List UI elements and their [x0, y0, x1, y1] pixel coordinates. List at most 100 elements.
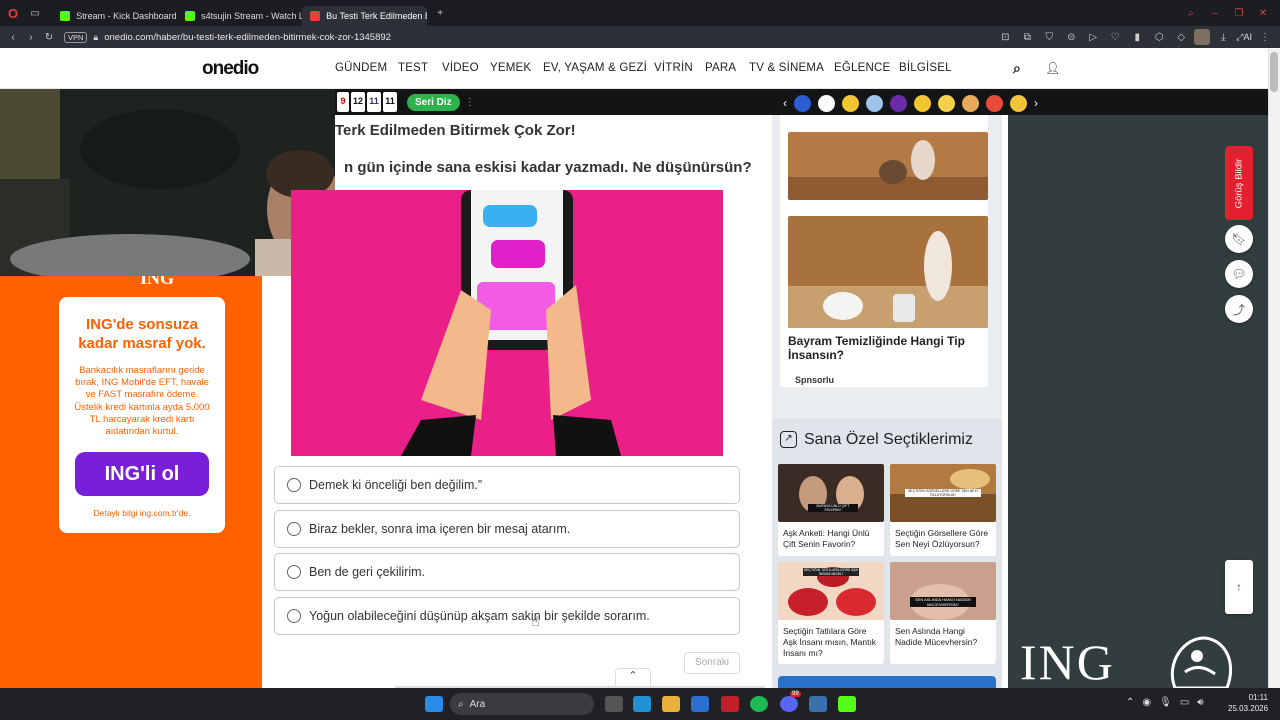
chevron-right-icon[interactable]: ›	[1034, 96, 1038, 110]
story-icon[interactable]	[962, 94, 979, 112]
story-icon[interactable]	[914, 94, 931, 112]
story-icon[interactable]	[1010, 94, 1027, 112]
share-icon[interactable]: ⤴	[1225, 295, 1253, 323]
profile-avatar[interactable]	[1194, 29, 1211, 45]
game-number[interactable]: 11	[367, 92, 381, 112]
wallet-icon[interactable]: ◇	[1172, 32, 1190, 43]
maximize-icon[interactable]: ❐	[1230, 8, 1248, 19]
nav-para[interactable]: PARA	[705, 62, 736, 74]
tab-kick-stream[interactable]: s4tsujin Stream - Watch L	[177, 6, 302, 26]
kick-app-icon[interactable]	[838, 696, 856, 712]
comments-icon[interactable]: 💬︎	[1225, 260, 1253, 288]
pick-card[interactable]: SEÇTİĞİN TATLILARA GÖRE AŞK İNSANI MISIN…	[778, 562, 884, 664]
sponsored-card[interactable]: Bayram Temizliğinde Hangi Tip İnsansın? …	[780, 115, 988, 387]
url-field[interactable]: onedio.com/haber/bu-testi-terk-edilmeden…	[104, 32, 391, 43]
close-window-icon[interactable]: ✕	[1254, 8, 1272, 19]
chevron-up-icon[interactable]: ⌃	[615, 668, 651, 686]
drag-handle-icon[interactable]: ⋮	[465, 97, 475, 108]
story-icon[interactable]	[938, 94, 955, 112]
network-app-icon[interactable]: ◉	[1142, 697, 1151, 708]
feedback-button[interactable]: Görüş Bildir	[1225, 146, 1253, 220]
forward-icon[interactable]: ›	[22, 32, 40, 43]
workspaces-icon[interactable]: ▭	[26, 8, 44, 19]
edge-icon[interactable]	[633, 696, 651, 712]
taskbar-clock[interactable]: 01:11 25.03.2026	[1228, 692, 1268, 714]
pick-card[interactable]: SEN ASLINDA HANGİ NADİDE MÜCEVHERSİN? Se…	[890, 562, 996, 664]
story-icon[interactable]	[818, 94, 835, 112]
play-icon[interactable]: ▷	[1084, 32, 1102, 43]
scroll-to-top-button[interactable]: ↑	[1225, 560, 1253, 614]
radio-button[interactable]	[287, 609, 301, 623]
picks-more-button[interactable]	[778, 676, 996, 688]
reload-icon[interactable]: ↻	[40, 32, 58, 43]
download-page-icon[interactable]: ⊝	[1062, 32, 1080, 43]
ing-ad-card[interactable]: ING'de sonsuza kadar masraf yok. Bankacı…	[59, 297, 225, 533]
opera-menu-icon[interactable]: O	[8, 6, 18, 21]
heart-icon[interactable]: ♡	[1106, 32, 1124, 43]
nav-eglence[interactable]: EĞLENCE	[834, 62, 890, 74]
story-icon[interactable]	[794, 94, 811, 112]
bookmark-icon[interactable]: ⊡	[996, 32, 1014, 43]
mic-icon[interactable]: 🎙︎	[1159, 697, 1172, 708]
display-icon[interactable]: ▭	[1180, 697, 1189, 708]
next-button[interactable]: Sonraki	[684, 652, 740, 674]
game-number[interactable]: 9	[337, 92, 349, 112]
site-logo[interactable]: onedio	[202, 58, 259, 80]
story-icon[interactable]	[986, 94, 1003, 112]
vpn-badge[interactable]: VPN	[64, 31, 88, 43]
radio-button[interactable]	[287, 522, 301, 536]
scrollbar-thumb[interactable]	[1270, 52, 1278, 92]
answer-option-3[interactable]: Ben de geri çekilirim.	[274, 553, 740, 591]
downloads-icon[interactable]: ⤓	[1214, 32, 1232, 43]
ai-button[interactable]: ⤢AI	[1236, 32, 1252, 43]
snapshot-icon[interactable]: ⧉	[1018, 32, 1036, 43]
nav-video[interactable]: VİDEO	[442, 62, 479, 74]
spotify-icon[interactable]	[750, 696, 768, 712]
start-icon[interactable]	[425, 696, 443, 712]
app-icon[interactable]	[809, 696, 827, 712]
seri-diz-button[interactable]: Seri Diz	[407, 93, 460, 111]
answer-option-2[interactable]: Biraz bekler, sonra ima içeren bir mesaj…	[274, 510, 740, 548]
extensions-icon[interactable]: ⬡	[1150, 32, 1168, 43]
answer-option-1[interactable]: Demek ki önceliği ben değilim.”	[274, 466, 740, 504]
file-explorer-icon[interactable]	[662, 696, 680, 712]
story-icon[interactable]	[890, 94, 907, 112]
tab-kick-dashboard[interactable]: Stream - Kick Dashboard	[52, 6, 177, 26]
nav-bilgisel[interactable]: BİLGİSEL	[899, 62, 952, 74]
menu-icon[interactable]: ⋮	[1256, 32, 1274, 43]
nav-vitrin[interactable]: VİTRİN	[654, 62, 693, 74]
story-icon[interactable]	[842, 94, 859, 112]
chevron-left-icon[interactable]: ‹	[783, 96, 787, 110]
search-tabs-icon[interactable]: ⌕	[1182, 8, 1200, 19]
nav-gundem[interactable]: GÜNDEM	[335, 62, 387, 74]
game-number[interactable]: 11	[383, 92, 397, 112]
answer-option-4[interactable]: Yoğun olabileceğini düşünüp akşam sakin …	[274, 597, 740, 635]
radio-button[interactable]	[287, 565, 301, 579]
opera-icon[interactable]	[721, 696, 739, 712]
volume-icon[interactable]: 🔊︎	[1197, 697, 1203, 708]
new-tab-icon[interactable]: +	[431, 8, 449, 19]
game-widget[interactable]: 9 12 11 11 Seri Diz ⋮	[335, 90, 475, 114]
nav-yemek[interactable]: YEMEK	[490, 62, 531, 74]
taskbar-search[interactable]: ⌕ Ara	[450, 693, 594, 715]
game-number[interactable]: 12	[351, 92, 365, 112]
sponsored-title[interactable]: Bayram Temizliğinde Hangi Tip İnsansın?	[788, 334, 978, 362]
page-scrollbar[interactable]	[1268, 49, 1280, 688]
ing-cta-button[interactable]: ING'li ol	[75, 452, 209, 497]
back-icon[interactable]: ‹	[4, 32, 22, 43]
bookmark-save-icon[interactable]: 🔖︎	[1225, 225, 1253, 253]
search-icon[interactable]: ⌕	[1013, 60, 1021, 77]
story-icon[interactable]	[866, 94, 883, 112]
stats-icon[interactable]: ▮	[1128, 32, 1146, 43]
tab-onedio[interactable]: Bu Testi Terk Edilmeden Bi	[302, 6, 428, 26]
store-icon[interactable]	[691, 696, 709, 712]
pick-card[interactable]: BURAYA ÜNLÜ ÇİFT FAVORİN? Aşk Anketi: Ha…	[778, 464, 884, 556]
pick-card[interactable]: SEÇTİĞİN GÖRSELLERE GÖRE SEN NEYİ ÖZLÜYO…	[890, 464, 996, 556]
nav-ev-yasam[interactable]: EV, YAŞAM & GEZİ	[543, 62, 647, 74]
tray-chevron-icon[interactable]: ⌃	[1126, 697, 1134, 708]
user-icon[interactable]: 👤︎	[1045, 61, 1060, 75]
shield-icon[interactable]: ⛉	[1040, 32, 1058, 43]
task-view-icon[interactable]	[605, 696, 623, 712]
nav-tv-sinema[interactable]: TV & SİNEMA	[749, 62, 824, 74]
nav-test[interactable]: TEST	[398, 62, 428, 74]
